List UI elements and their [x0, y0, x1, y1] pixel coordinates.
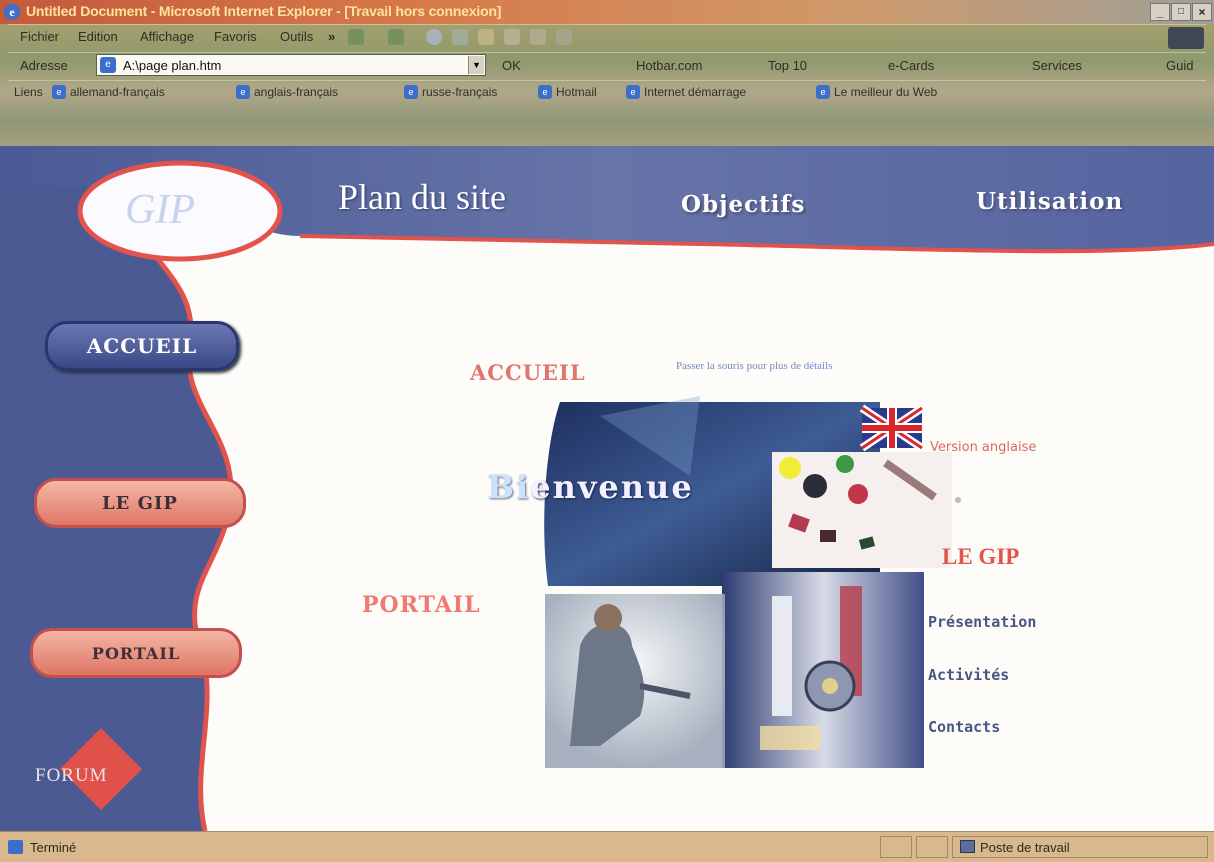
sidebar-button-label: ACCUEIL	[86, 334, 198, 358]
links-label: Liens	[14, 85, 43, 99]
stop-icon[interactable]	[426, 29, 442, 45]
window-title: Untitled Document - Microsoft Internet E…	[26, 3, 502, 19]
link-icon: e	[626, 85, 640, 99]
link-russe[interactable]: russe-français	[422, 85, 497, 99]
sidebar-button-label: LE GIP	[102, 492, 178, 514]
link-top10[interactable]: Top 10	[768, 58, 807, 73]
back-icon[interactable]	[348, 29, 364, 45]
forum-link[interactable]: FORUM	[35, 765, 108, 787]
link-activites[interactable]: Activités	[928, 666, 1009, 684]
go-button[interactable]: OK	[502, 58, 521, 73]
status-cell	[916, 836, 948, 858]
page-icon: e	[100, 57, 116, 73]
maximize-button[interactable]: □	[1171, 3, 1191, 21]
link-guide[interactable]: Guid	[1166, 58, 1193, 73]
status-bar: Terminé Poste de travail	[0, 831, 1214, 862]
accueil-heading[interactable]: ACCUEIL	[470, 360, 586, 385]
link-icon: e	[538, 85, 552, 99]
menu-favoris[interactable]: Favoris	[214, 29, 257, 44]
status-zone: Poste de travail	[980, 840, 1070, 855]
link-meilleur-web[interactable]: Le meilleur du Web	[834, 85, 937, 99]
link-allemand[interactable]: allemand-français	[70, 85, 165, 99]
link-icon: e	[816, 85, 830, 99]
english-version-link[interactable]: Version anglaise	[930, 440, 1036, 455]
gip-logo[interactable]: GIP	[125, 186, 195, 234]
refresh-icon[interactable]	[452, 29, 468, 45]
address-field[interactable]: e A:\page plan.htm ▼	[96, 54, 486, 76]
menu-outils[interactable]: Outils	[280, 29, 313, 44]
menu-edition[interactable]: Edition	[78, 29, 118, 44]
edit-icon[interactable]	[556, 29, 572, 45]
link-hotmail[interactable]: Hotmail	[556, 85, 597, 99]
nav-utilisation[interactable]: Utilisation	[976, 188, 1123, 215]
welcome-main: envenue	[530, 468, 694, 506]
welcome-text: Bienvenue	[487, 468, 694, 506]
internet-explorer-icon: e	[4, 4, 20, 20]
chevron-down-icon[interactable]: ▼	[468, 56, 484, 74]
sidebar-button-portail[interactable]: PORTAIL	[30, 628, 242, 678]
link-icon: e	[404, 85, 418, 99]
address-label: Adresse	[20, 58, 68, 73]
page-content: GIP Plan du site Objectifs Utilisation A…	[0, 146, 1214, 831]
sidebar-button-accueil[interactable]: ACCUEIL	[45, 321, 239, 371]
menu-affichage[interactable]: Affichage	[140, 29, 194, 44]
close-button[interactable]: ×	[1192, 3, 1212, 21]
link-ecards[interactable]: e-Cards	[888, 58, 934, 73]
menu-overflow-chevron[interactable]: »	[328, 29, 335, 44]
nav-objectifs[interactable]: Objectifs	[681, 191, 805, 218]
legip-heading[interactable]: LE GIP	[942, 544, 1019, 570]
portail-heading[interactable]: PORTAIL	[362, 592, 481, 618]
computer-icon	[960, 840, 975, 853]
hover-hint: Passer la souris pour plus de détails	[676, 360, 833, 372]
minimize-button[interactable]: _	[1150, 3, 1170, 21]
home-icon[interactable]	[478, 29, 494, 45]
page-done-icon	[8, 840, 23, 854]
windows-logo-icon	[1168, 27, 1204, 49]
status-text: Terminé	[30, 840, 77, 855]
link-presentation[interactable]: Présentation	[928, 613, 1036, 631]
sidebar-button-legip[interactable]: LE GIP	[34, 478, 246, 528]
menu-bar: Fichier Edition Affichage Favoris Outils…	[8, 24, 1206, 51]
menu-fichier[interactable]: Fichier	[20, 29, 59, 44]
forward-icon[interactable]	[388, 29, 404, 45]
address-value: A:\page plan.htm	[123, 58, 222, 73]
page-title: Plan du site	[338, 177, 506, 217]
title-bar: e Untitled Document - Microsoft Internet…	[0, 0, 1214, 24]
link-services[interactable]: Services	[1032, 58, 1082, 73]
sidebar-button-label: PORTAIL	[91, 643, 181, 663]
link-anglais[interactable]: anglais-français	[254, 85, 338, 99]
toolbars: Fichier Edition Affichage Favoris Outils…	[0, 24, 1214, 146]
link-hotbar[interactable]: Hotbar.com	[636, 58, 702, 73]
link-icon: e	[52, 85, 66, 99]
welcome-faint: Bi	[487, 468, 531, 506]
link-internet-demarrage[interactable]: Internet démarrage	[644, 85, 746, 99]
link-icon: e	[236, 85, 250, 99]
status-cell	[880, 836, 912, 858]
address-bar: Adresse e A:\page plan.htm ▼ OK Hotbar.c…	[8, 52, 1206, 79]
links-bar: Liens e allemand-français e anglais-fran…	[8, 80, 1206, 107]
link-contacts[interactable]: Contacts	[928, 718, 1000, 736]
search-icon[interactable]	[504, 29, 520, 45]
print-icon[interactable]	[530, 29, 546, 45]
